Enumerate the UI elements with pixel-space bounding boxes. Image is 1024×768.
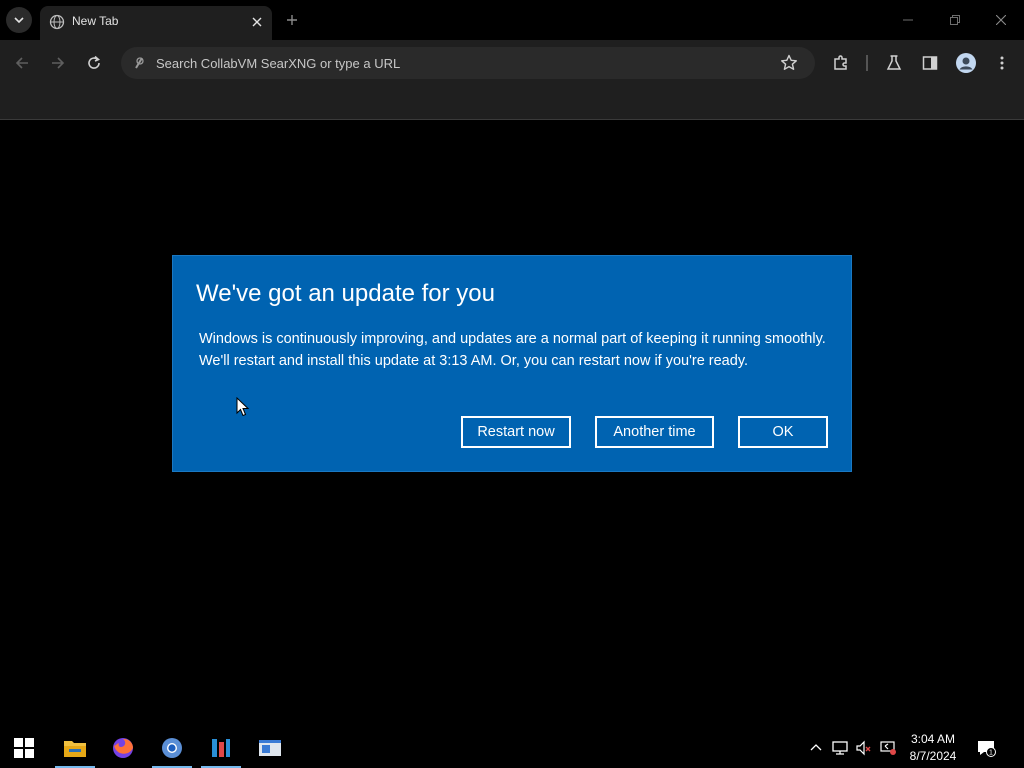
network-tray-button[interactable]: [831, 739, 849, 757]
flask-icon: [886, 55, 902, 70]
arrow-left-icon: [15, 57, 28, 69]
clock-date: 8/7/2024: [909, 749, 957, 763]
arrow-right-icon: [52, 57, 65, 69]
tab-new-tab[interactable]: New Tab: [40, 6, 272, 40]
back-button[interactable]: [10, 51, 34, 75]
browser-tab-strip: New Tab: [0, 0, 1024, 40]
more-vertical-icon: [1000, 56, 1004, 70]
mouse-cursor-icon: [236, 397, 250, 417]
chevron-down-icon: [14, 17, 24, 24]
minimize-button[interactable]: [898, 10, 918, 30]
restore-button[interactable]: [945, 10, 965, 30]
dialog-heading: We've got an update for you: [196, 280, 496, 307]
browser-toolbar: Search CollabVM SearXNG or type a URL: [0, 40, 1024, 86]
extensions-button[interactable]: [829, 51, 853, 75]
side-panel-icon: [922, 56, 938, 70]
new-tab-button[interactable]: [282, 10, 302, 30]
address-bar-placeholder: Search CollabVM SearXNG or type a URL: [156, 56, 401, 71]
avatar-icon: [956, 53, 976, 73]
update-dialog: We've got an update for you Windows is c…: [172, 255, 852, 472]
network-icon: [832, 741, 848, 755]
firefox-icon: [113, 738, 134, 758]
window-app-icon: [259, 740, 281, 756]
address-bar[interactable]: Search CollabVM SearXNG or type a URL: [121, 47, 815, 79]
profile-button[interactable]: [954, 51, 978, 75]
tab-search-button[interactable]: [6, 7, 32, 33]
labs-button[interactable]: [882, 51, 906, 75]
close-window-button[interactable]: [991, 10, 1011, 30]
volume-muted-icon: [856, 740, 871, 756]
taskbar-clock[interactable]: 3:04 AM 8/7/2024: [902, 731, 964, 765]
close-icon: [996, 15, 1006, 25]
forward-button[interactable]: [46, 51, 70, 75]
taskbar-window-app[interactable]: [246, 728, 294, 768]
globe-icon: [49, 14, 65, 30]
taskbar: 3:04 AM 8/7/2024 1: [0, 728, 1024, 768]
display-warning-icon: [880, 741, 896, 755]
toolbar-divider: [866, 55, 868, 71]
restart-now-button[interactable]: Restart now: [461, 416, 571, 448]
search-engine-icon: [135, 57, 144, 69]
side-panel-button[interactable]: [918, 51, 942, 75]
action-center-button[interactable]: 1: [976, 738, 996, 758]
minimize-icon: [903, 19, 913, 21]
tab-title: New Tab: [72, 14, 119, 28]
taskbar-file-explorer[interactable]: [51, 728, 99, 768]
another-time-button[interactable]: Another time: [595, 416, 714, 448]
ok-button[interactable]: OK: [738, 416, 828, 448]
taskbar-chromium[interactable]: [148, 728, 196, 768]
clock-time: 3:04 AM: [910, 732, 956, 746]
close-icon: [252, 17, 262, 27]
chevron-up-icon: [810, 744, 822, 751]
app-icon: [212, 739, 230, 757]
notification-count: 1: [989, 750, 993, 757]
dialog-message: Windows is continuously improving, and u…: [199, 331, 826, 369]
folder-icon: [64, 741, 86, 757]
windows-logo-icon: [14, 738, 34, 758]
desktop-screen: New Tab Search CollabVM SearXNG or type …: [0, 0, 1024, 768]
bookmark-star-icon[interactable]: [779, 53, 799, 73]
restore-icon: [950, 15, 960, 25]
notification-icon: 1: [978, 741, 996, 757]
reload-button[interactable]: [82, 51, 106, 75]
menu-button[interactable]: [990, 51, 1014, 75]
tab-close-button[interactable]: [248, 13, 266, 31]
volume-tray-button[interactable]: [855, 739, 873, 757]
puzzle-icon: [834, 55, 847, 70]
bookmarks-bar: [0, 86, 1024, 120]
security-tray-button[interactable]: [879, 739, 897, 757]
taskbar-app[interactable]: [197, 728, 245, 768]
plus-icon: [287, 15, 297, 25]
start-button[interactable]: [0, 728, 48, 768]
taskbar-firefox[interactable]: [99, 728, 147, 768]
chromium-icon: [162, 738, 182, 758]
reload-icon: [88, 55, 100, 69]
tray-overflow-button[interactable]: [807, 739, 825, 757]
